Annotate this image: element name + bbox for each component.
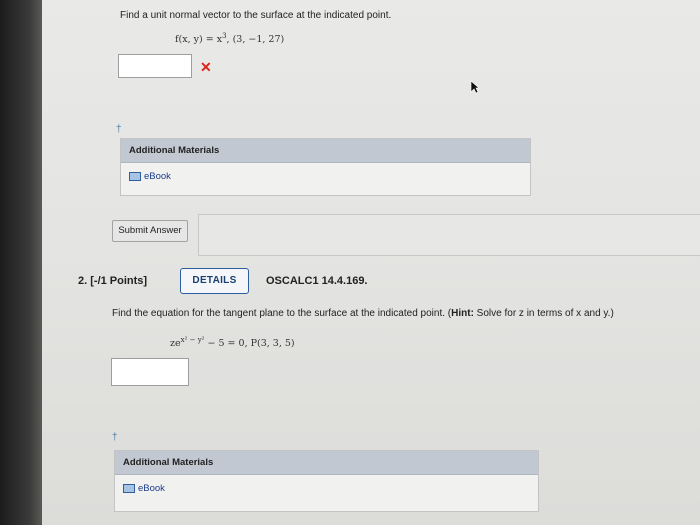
q2-source: OSCALC1 14.4.169. xyxy=(266,275,368,287)
assignment-page: Find a unit normal vector to the surface… xyxy=(42,0,700,525)
q2-number-points: 2. [-/1 Points] xyxy=(78,275,147,287)
q1-formula: f(x, y) = x3, (3, −1, 27) xyxy=(175,32,284,45)
book-icon xyxy=(129,172,141,181)
q2-number: 2. xyxy=(78,275,88,287)
q1-ebook-link[interactable]: eBook xyxy=(129,171,530,182)
q2-ebook-label: eBook xyxy=(138,483,165,494)
q1-dagger-marker: † xyxy=(116,124,122,135)
q2-hint-label: Hint: xyxy=(451,308,474,319)
q2-prompt: Find the equation for the tangent plane … xyxy=(112,308,700,319)
q2-hint-text: Solve for z in terms of x and y.) xyxy=(473,308,614,319)
book-icon xyxy=(123,484,135,493)
q2-formula-exponent: x² − y² xyxy=(180,336,205,344)
q1-answer-input[interactable] xyxy=(118,54,192,78)
submit-answer-button[interactable]: Submit Answer xyxy=(112,220,188,242)
q1-ebook-label: eBook xyxy=(144,171,171,182)
q1-prompt: Find a unit normal vector to the surface… xyxy=(120,10,392,21)
q2-formula: zex² − y² − 5 = 0, P(3, 3, 5) xyxy=(170,336,295,349)
q2-points: [-/1 Points] xyxy=(90,275,148,287)
q1-additional-materials-panel: Additional Materials eBook xyxy=(120,138,531,196)
q2-prompt-main: Find the equation for the tangent plane … xyxy=(112,308,452,319)
q2-formula-base: ze xyxy=(170,338,181,350)
monitor-bezel xyxy=(0,0,42,525)
q2-dagger-marker: † xyxy=(112,432,118,443)
q2-formula-rest: − 5 = 0, P(3, 3, 5) xyxy=(204,338,295,350)
mouse-cursor-icon xyxy=(470,80,480,94)
incorrect-x-icon: ✕ xyxy=(200,59,212,75)
submission-status-panel xyxy=(198,214,700,256)
q1-formula-point: , (3, −1, 27) xyxy=(226,34,285,46)
q1-formula-lhs: f(x, y) = x xyxy=(175,34,223,46)
q2-answer-input[interactable] xyxy=(111,358,189,386)
q1-materials-header: Additional Materials xyxy=(121,139,530,163)
q2-ebook-link[interactable]: eBook xyxy=(123,483,538,494)
q2-materials-header: Additional Materials xyxy=(115,451,538,475)
q2-additional-materials-panel: Additional Materials eBook xyxy=(114,450,539,512)
details-button[interactable]: DETAILS xyxy=(180,268,249,294)
